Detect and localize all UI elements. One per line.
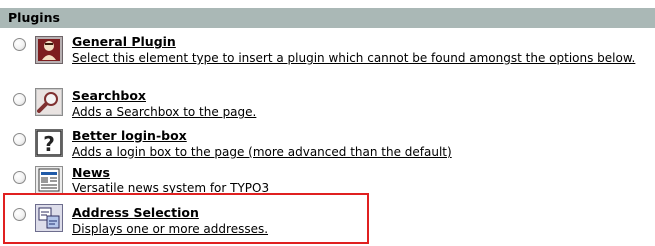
plugin-item-general: General Plugin Select this element type …: [0, 30, 655, 80]
plugin-title-news[interactable]: News: [72, 166, 110, 180]
plugins-header: Plugins: [0, 8, 655, 28]
plugin-desc-login[interactable]: Adds a login box to the page (more advan…: [72, 145, 647, 159]
general-plugin-icon: [35, 36, 63, 64]
plugin-title-general[interactable]: General Plugin: [72, 35, 176, 49]
plugin-title-login[interactable]: Better login-box: [72, 129, 187, 143]
plugin-desc-searchbox[interactable]: Adds a Searchbox to the page.: [72, 105, 647, 119]
selection-highlight-box: [3, 193, 369, 244]
plugin-item-news: News Versatile news system for TYPO3: [0, 162, 655, 196]
login-question-icon: ?: [35, 129, 63, 157]
news-icon: [35, 166, 63, 194]
svg-text:?: ?: [43, 132, 55, 156]
plugin-item-login: ? Better login-box Adds a login box to t…: [0, 124, 655, 162]
plugin-desc-general[interactable]: Select this element type to insert a plu…: [72, 51, 647, 65]
plugin-radio-general[interactable]: [13, 38, 26, 51]
search-icon: [35, 88, 63, 116]
plugin-item-searchbox: Searchbox Adds a Searchbox to the page.: [0, 84, 655, 122]
plugin-title-searchbox[interactable]: Searchbox: [72, 89, 146, 103]
plugin-radio-searchbox[interactable]: [13, 93, 26, 106]
plugin-radio-news[interactable]: [13, 171, 26, 184]
plugin-radio-login[interactable]: [13, 133, 26, 146]
plugins-panel: Plugins General Plugin Select this eleme…: [0, 0, 655, 246]
